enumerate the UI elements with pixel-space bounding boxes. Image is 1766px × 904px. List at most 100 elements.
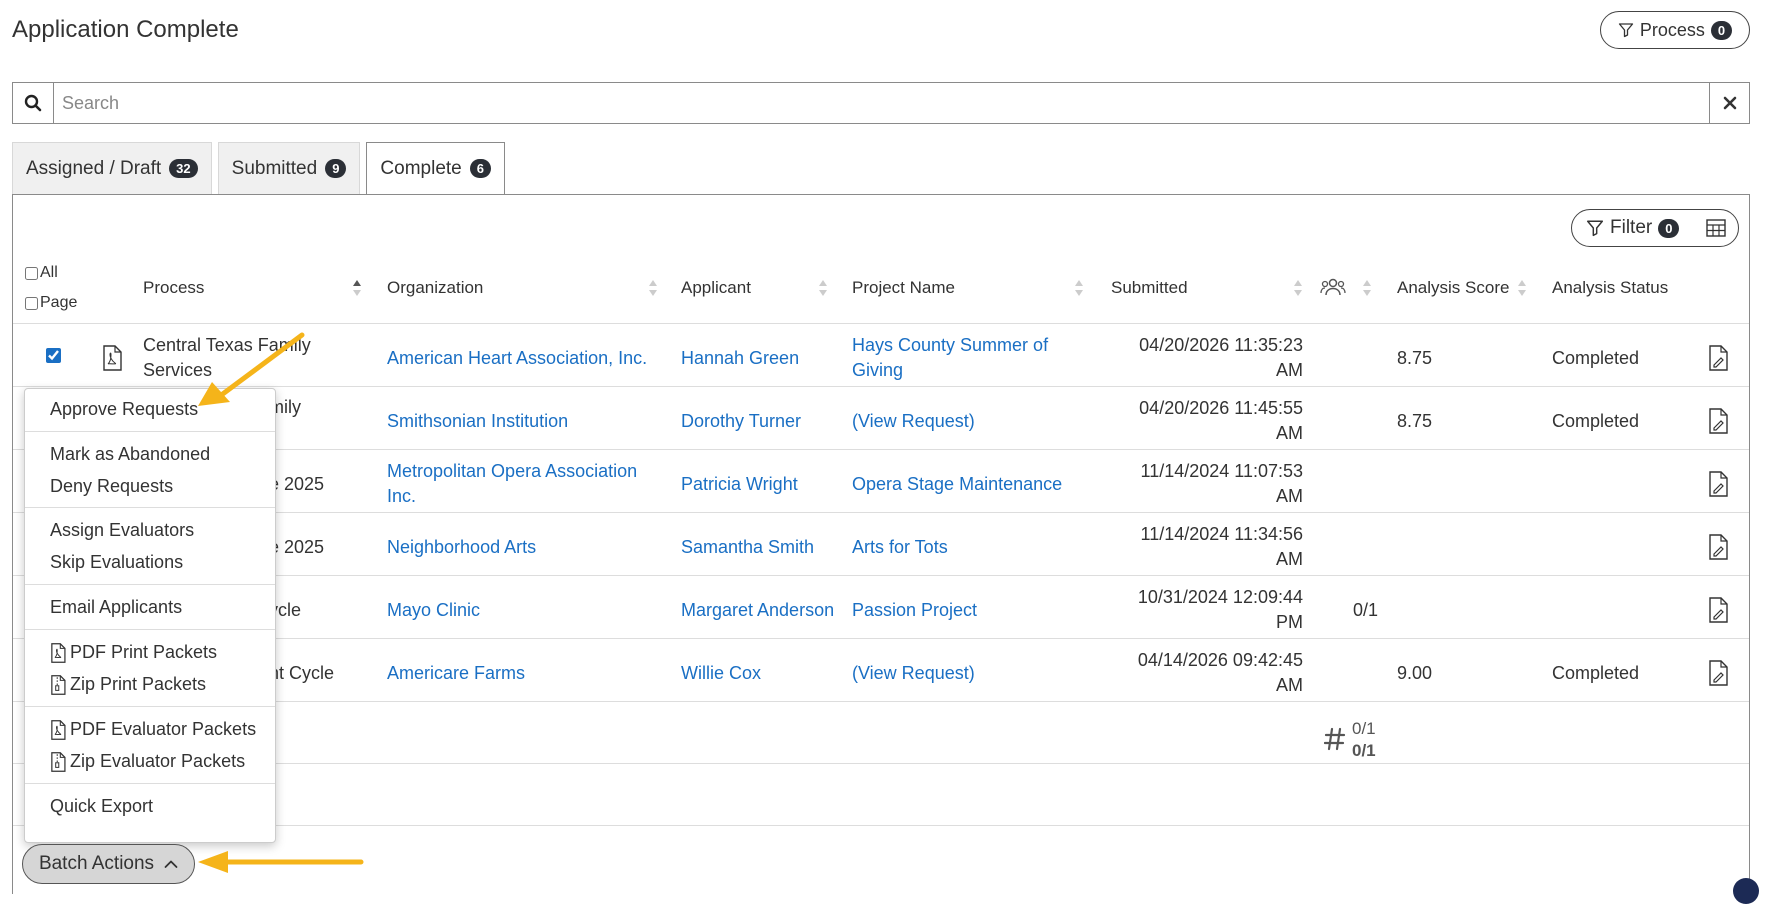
organization-link[interactable]: Metropolitan Opera Association Inc. bbox=[387, 459, 637, 509]
menu-divider bbox=[25, 783, 275, 784]
applicant-link[interactable]: Samantha Smith bbox=[681, 535, 814, 560]
menu-item-pdf-print-packets[interactable]: PDF Print Packets bbox=[50, 642, 217, 663]
applicant-link[interactable]: Willie Cox bbox=[681, 661, 761, 686]
select-all[interactable]: All bbox=[25, 264, 58, 282]
menu-item-pdf-evaluator-packets[interactable]: PDF Evaluator Packets bbox=[50, 719, 256, 740]
column-analysis-status[interactable]: Analysis Status bbox=[1552, 278, 1668, 298]
menu-divider bbox=[25, 706, 275, 707]
column-applicant[interactable]: Applicant bbox=[681, 278, 751, 298]
chevron-up-icon bbox=[164, 860, 178, 868]
menu-item-zip-print-packets[interactable]: Zip Print Packets bbox=[50, 674, 206, 695]
applicant-link[interactable]: Patricia Wright bbox=[681, 472, 798, 497]
submitted-text: PM bbox=[1276, 612, 1303, 632]
project-link[interactable]: (View Request) bbox=[852, 661, 975, 686]
zip-file-icon bbox=[51, 674, 66, 695]
project-link[interactable]: (View Request) bbox=[852, 409, 975, 434]
analysis-score: 8.75 bbox=[1397, 348, 1433, 368]
project-link[interactable]: Arts for Tots bbox=[852, 535, 948, 560]
batch-actions-label: Batch Actions bbox=[38, 853, 155, 874]
edit-document-icon[interactable] bbox=[1708, 345, 1728, 371]
tab-assigned-draft[interactable]: Assigned / Draft 32 bbox=[12, 142, 212, 194]
batch-actions-button[interactable]: Batch Actions bbox=[22, 844, 195, 884]
header-divider bbox=[13, 323, 1749, 324]
process-cell: Central Texas Family Services bbox=[143, 333, 311, 383]
menu-item-zip-evaluator-packets[interactable]: Zip Evaluator Packets bbox=[50, 751, 245, 772]
hash-icon bbox=[1324, 727, 1346, 751]
edit-document-icon[interactable] bbox=[1708, 660, 1728, 686]
table-grid-icon[interactable] bbox=[1706, 219, 1726, 237]
totals-line: 0/1 bbox=[1352, 719, 1376, 738]
sort-icon[interactable] bbox=[1517, 278, 1527, 298]
sort-icon[interactable] bbox=[1362, 278, 1372, 298]
project-link[interactable]: Passion Project bbox=[852, 598, 977, 623]
corner-widget[interactable] bbox=[1733, 878, 1759, 904]
search-input[interactable] bbox=[54, 83, 1709, 123]
organization-link[interactable]: Americare Farms bbox=[387, 661, 525, 686]
batch-actions-menu: Approve Requests Mark as Abandoned Deny … bbox=[24, 388, 276, 843]
edit-document-icon[interactable] bbox=[1708, 534, 1728, 560]
row-checkbox[interactable] bbox=[46, 348, 61, 363]
zip-file-icon bbox=[51, 751, 66, 772]
select-page-checkbox[interactable] bbox=[25, 296, 38, 310]
tab-submitted[interactable]: Submitted 9 bbox=[217, 142, 361, 194]
edit-document-icon[interactable] bbox=[1708, 408, 1728, 434]
menu-item-skip-evaluations[interactable]: Skip Evaluations bbox=[50, 552, 183, 573]
sort-icon[interactable] bbox=[1074, 278, 1084, 298]
menu-item-assign-evaluators[interactable]: Assign Evaluators bbox=[50, 520, 194, 541]
submitted-text: AM bbox=[1276, 549, 1303, 569]
process-cell: e 2025 bbox=[269, 474, 325, 494]
pdf-file-icon bbox=[51, 719, 66, 740]
select-page[interactable]: Page bbox=[25, 294, 77, 312]
menu-item-email-applicants[interactable]: Email Applicants bbox=[50, 597, 182, 618]
organization-link[interactable]: Neighborhood Arts bbox=[387, 535, 536, 560]
menu-item-mark-abandoned[interactable]: Mark as Abandoned bbox=[50, 444, 210, 465]
column-submitted[interactable]: Submitted bbox=[1111, 278, 1188, 298]
column-process[interactable]: Process bbox=[143, 278, 204, 298]
submitted-text: 11/14/2024 11:34:56 bbox=[1140, 524, 1303, 544]
submitted-text: AM bbox=[1276, 423, 1303, 443]
status-tabs: Assigned / Draft 32 Submitted 9 Complete… bbox=[12, 142, 505, 195]
sort-icon[interactable] bbox=[818, 278, 828, 298]
menu-item-quick-export[interactable]: Quick Export bbox=[50, 796, 153, 817]
sort-asc-icon[interactable] bbox=[352, 278, 362, 298]
tab-count: 6 bbox=[469, 159, 491, 178]
column-organization[interactable]: Organization bbox=[387, 278, 483, 298]
process-filter-button[interactable]: Process 0 bbox=[1600, 11, 1750, 49]
column-project-name[interactable]: Project Name bbox=[852, 278, 955, 298]
pdf-file-icon bbox=[51, 642, 66, 663]
totals-cell: 0/1 0/1 bbox=[1352, 718, 1376, 762]
menu-item-approve-requests[interactable]: Approve Requests bbox=[50, 399, 198, 420]
organization-link[interactable]: Mayo Clinic bbox=[387, 598, 480, 623]
applicant-link[interactable]: Hannah Green bbox=[681, 346, 799, 371]
sort-icon[interactable] bbox=[648, 278, 658, 298]
column-analysis-score[interactable]: Analysis Score bbox=[1397, 278, 1509, 298]
submitted-text: 11/14/2024 11:07:53 bbox=[1140, 461, 1303, 481]
menu-divider bbox=[25, 431, 275, 432]
tab-count: 9 bbox=[325, 159, 347, 178]
menu-item-deny-requests[interactable]: Deny Requests bbox=[50, 476, 173, 497]
clear-search-button[interactable] bbox=[1709, 83, 1749, 123]
organization-link[interactable]: Smithsonian Institution bbox=[387, 409, 568, 434]
project-link[interactable]: Opera Stage Maintenance bbox=[852, 472, 1062, 497]
applicant-link[interactable]: Margaret Anderson bbox=[681, 598, 834, 623]
sort-icon[interactable] bbox=[1293, 278, 1303, 298]
tab-complete[interactable]: Complete 6 bbox=[366, 142, 505, 195]
menu-item-label: Deny Requests bbox=[50, 476, 174, 496]
applicant-link[interactable]: Dorothy Turner bbox=[681, 409, 801, 434]
pdf-file-icon[interactable] bbox=[102, 345, 122, 371]
project-link[interactable]: Hays County Summer of Giving bbox=[852, 333, 1048, 383]
select-all-checkbox[interactable] bbox=[25, 266, 38, 280]
process-cell: e 2025 bbox=[269, 537, 325, 557]
search-button[interactable] bbox=[13, 83, 54, 123]
table-filter-button[interactable]: Filter 0 bbox=[1571, 209, 1739, 247]
process-text: Central Texas Family bbox=[143, 335, 311, 355]
submitted-cell: 04/20/2026 11:35:23 AM bbox=[1093, 333, 1303, 383]
submitted-text: 04/20/2026 11:45:55 bbox=[1139, 398, 1303, 418]
menu-item-label: Mark as Abandoned bbox=[50, 444, 211, 464]
menu-item-label: PDF Print Packets bbox=[70, 642, 218, 662]
organization-link[interactable]: American Heart Association, Inc. bbox=[387, 346, 647, 371]
edit-document-icon[interactable] bbox=[1708, 597, 1728, 623]
edit-document-icon[interactable] bbox=[1708, 471, 1728, 497]
select-all-label: All bbox=[40, 264, 58, 281]
menu-item-label: Zip Print Packets bbox=[70, 674, 207, 694]
